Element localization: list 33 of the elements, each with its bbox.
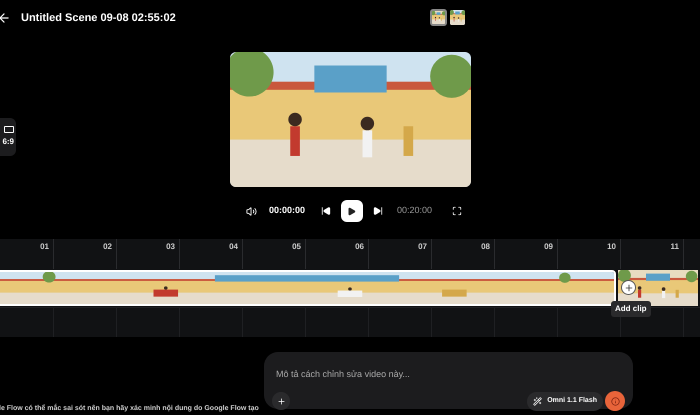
timeline-tick: 09 [544,241,553,253]
timeline-tick: 11 [670,241,679,253]
aspect-icon [4,126,14,133]
scene-thumbnail[interactable] [430,9,447,26]
current-time: 00:00:00 [268,204,305,218]
timeline-tick: 02 [103,241,112,253]
timeline-tick: 03 [166,241,175,253]
info-icon [610,396,620,406]
skip-back-icon[interactable] [320,206,331,216]
timeline-tick: 06 [355,241,364,253]
timeline-tick: 10 [607,241,616,253]
plus-icon [624,282,634,292]
play-icon [347,206,356,216]
prompt-field[interactable]: Mô tả cách chỉnh sửa video này... [272,368,625,382]
timeline-tick: 08 [481,241,490,253]
info-button[interactable] [605,391,625,411]
total-time: 00:20:00 [396,204,432,218]
timeline-tick: 05 [292,241,301,253]
skip-forward-icon[interactable] [372,206,383,216]
timeline-tick: 07 [418,241,427,253]
timeline-tick: 01 [40,241,49,253]
volume-icon[interactable] [246,206,257,216]
plus-icon [276,396,286,406]
add-button[interactable] [272,392,290,410]
scene-thumbnail[interactable] [449,9,466,26]
magic-wand-icon [533,396,542,406]
tooltip: Add clip [611,301,651,317]
scene-title: Untitled Scene 09-08 02:55:02 [21,10,176,26]
aspect-ratio-button[interactable]: 6:9 [0,118,16,156]
timeline-tick: 04 [229,241,238,253]
back-icon[interactable] [0,11,11,25]
fullscreen-icon[interactable] [452,206,462,216]
play-button[interactable] [340,200,363,222]
